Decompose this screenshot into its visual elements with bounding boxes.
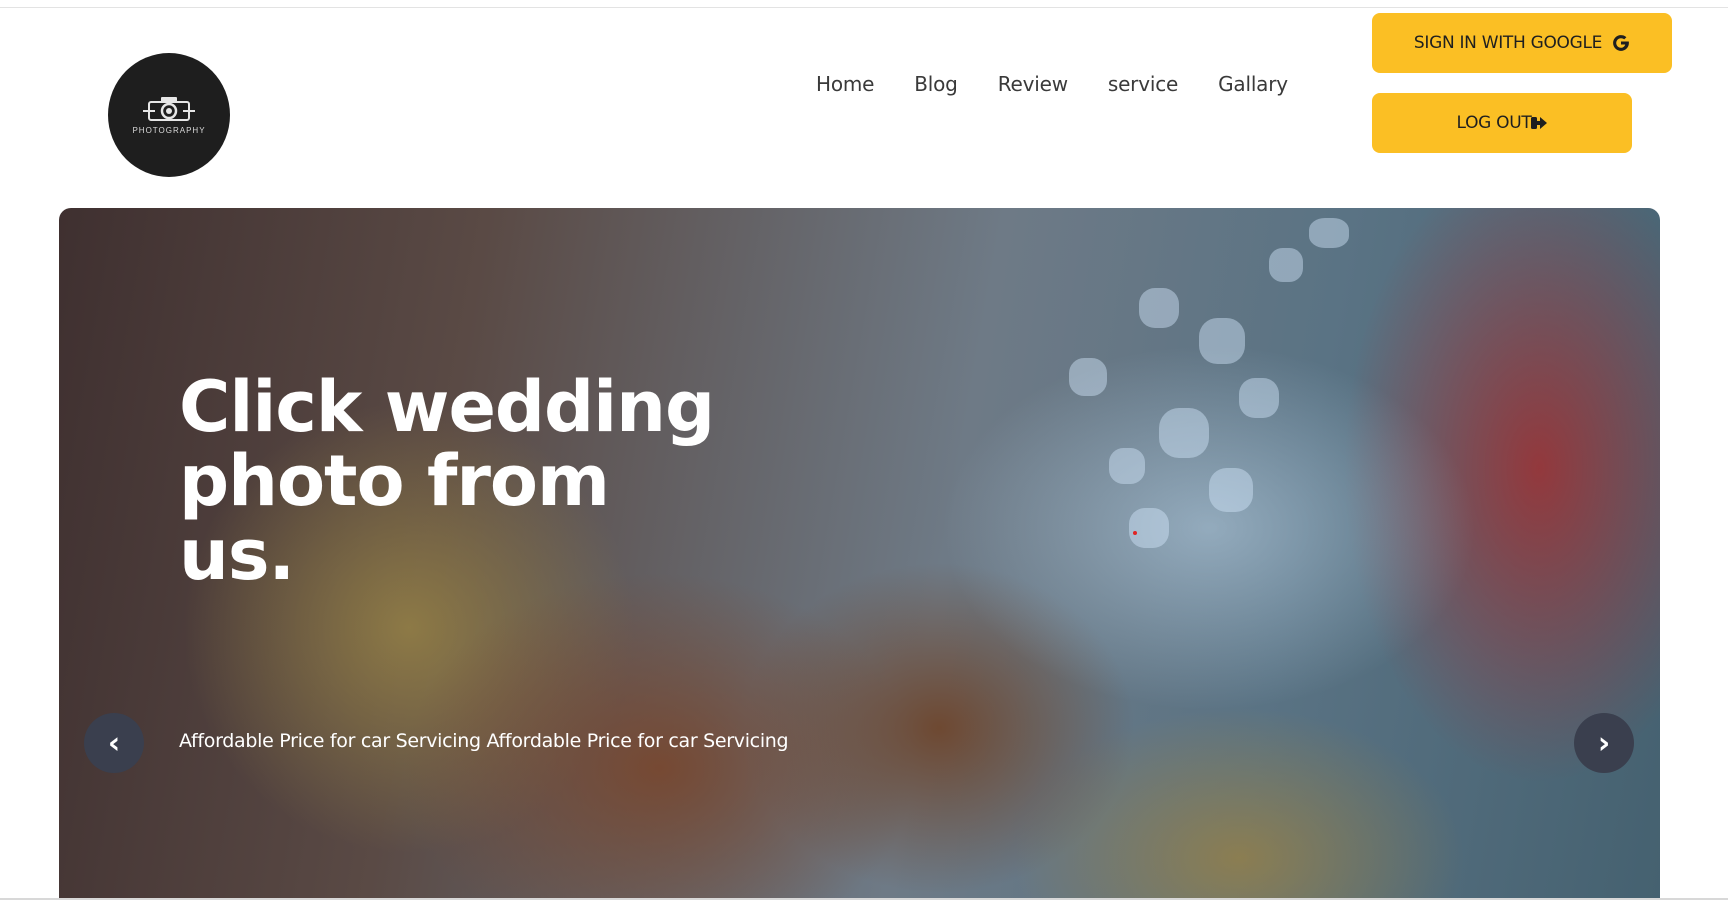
carousel-prev-button[interactable]: ‹ bbox=[84, 713, 144, 773]
bokeh-light bbox=[1209, 468, 1253, 512]
log-out-label: LOG OUT bbox=[1456, 113, 1532, 133]
carousel-next-button[interactable]: › bbox=[1574, 713, 1634, 773]
top-divider bbox=[0, 7, 1728, 8]
logo-text: PHOTOGRAPHY bbox=[132, 125, 206, 135]
bokeh-light bbox=[1239, 378, 1279, 418]
log-out-button[interactable]: LOG OUT bbox=[1372, 93, 1632, 153]
bokeh-light bbox=[1109, 448, 1145, 484]
sign-in-google-button[interactable]: SIGN IN WITH GOOGLE bbox=[1372, 13, 1672, 73]
nav-review[interactable]: Review bbox=[998, 72, 1068, 96]
sign-in-google-label: SIGN IN WITH GOOGLE bbox=[1413, 33, 1603, 53]
site-logo[interactable]: PHOTOGRAPHY bbox=[108, 53, 230, 177]
main-nav: Home Blog Review service Gallary bbox=[816, 72, 1328, 96]
indicator-dot bbox=[1133, 531, 1137, 535]
bokeh-light bbox=[1069, 358, 1107, 396]
chevron-left-icon: ‹ bbox=[107, 725, 121, 761]
bokeh-light bbox=[1199, 318, 1245, 364]
camera-icon bbox=[143, 96, 195, 121]
nav-home[interactable]: Home bbox=[816, 72, 874, 96]
bokeh-light bbox=[1159, 408, 1209, 458]
bokeh-light bbox=[1309, 218, 1349, 248]
bokeh-light bbox=[1269, 248, 1303, 282]
nav-blog[interactable]: Blog bbox=[914, 72, 958, 96]
chevron-right-icon: › bbox=[1597, 725, 1611, 761]
hero-title: Click wedding photo from us. bbox=[179, 366, 715, 596]
nav-gallary[interactable]: Gallary bbox=[1218, 72, 1288, 96]
bokeh-light bbox=[1139, 288, 1179, 328]
google-icon bbox=[1613, 35, 1630, 51]
bokeh-light bbox=[1129, 508, 1169, 548]
hero-subtitle: Affordable Price for car Servicing Affor… bbox=[179, 730, 789, 752]
hero-carousel: Click wedding photo from us. Affordable … bbox=[59, 208, 1660, 900]
nav-service[interactable]: service bbox=[1108, 72, 1178, 96]
sign-out-icon bbox=[1531, 117, 1548, 129]
